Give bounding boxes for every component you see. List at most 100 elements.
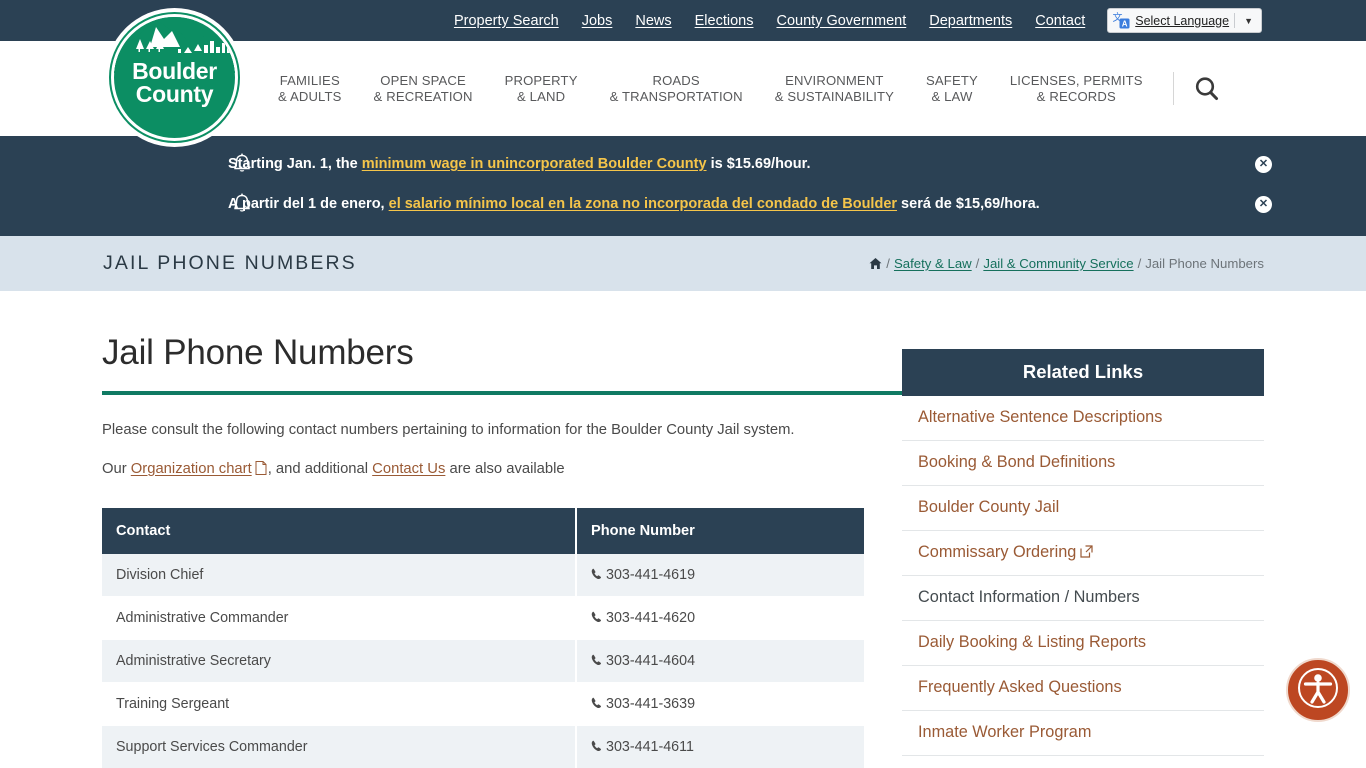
main-nav-items: FAMILIES & ADULTS OPEN SPACE & RECREATIO…	[262, 72, 1222, 105]
links-paragraph-suffix: are also available	[445, 461, 565, 477]
breadcrumb-separator-1: /	[886, 256, 890, 271]
cell-contact: Support Services Commander	[102, 725, 577, 768]
breadcrumb-band: JAIL PHONE NUMBERS / Safety & Law / Jail…	[0, 236, 1366, 291]
nav-item-licenses-permits-records[interactable]: LICENSES, PERMITS & RECORDS	[994, 73, 1159, 105]
breadcrumb-link-safety-law[interactable]: Safety & Law	[894, 256, 972, 271]
sidebar-item-inmate-worker-program[interactable]: Inmate Worker Program	[902, 711, 1264, 756]
table-row: Division Chief 303-441-4619	[102, 554, 864, 597]
breadcrumb-separator-3: /	[1137, 256, 1142, 271]
cell-contact: Division Chief	[102, 554, 577, 597]
nav-item-families-adults[interactable]: FAMILIES & ADULTS	[262, 73, 358, 105]
nav-label-line2: & RECORDS	[1036, 88, 1116, 104]
phone-icon	[591, 654, 602, 666]
cell-phone: 303-441-4619	[576, 554, 864, 597]
chevron-down-icon[interactable]: ▼	[1240, 16, 1257, 26]
nav-item-property-land[interactable]: PROPERTY & LAND	[489, 73, 594, 105]
bell-icon	[232, 153, 252, 175]
utility-link-jobs[interactable]: Jobs	[582, 13, 613, 29]
nav-label-line1: PROPERTY	[504, 72, 578, 88]
utility-link-news[interactable]: News	[635, 13, 671, 29]
table-row: Administrative Secretary 303-441-4604	[102, 639, 864, 683]
phone-number[interactable]: 303-441-4619	[606, 567, 695, 583]
main-column: Jail Phone Numbers Please consult the fo…	[102, 291, 1263, 768]
sidebar-column: Related Links Alternative Sentence Descr…	[902, 291, 1264, 768]
phone-number[interactable]: 303-441-3639	[606, 696, 695, 712]
utility-link-departments[interactable]: Departments	[929, 13, 1012, 29]
links-paragraph-middle: , and additional	[267, 461, 373, 477]
nav-label-line1: FAMILIES	[279, 72, 340, 88]
alert-link-minimum-wage[interactable]: minimum wage in unincorporated Boulder C…	[362, 156, 707, 172]
cell-phone: 303-441-4604	[576, 639, 864, 683]
bell-icon	[232, 193, 252, 215]
links-paragraph: Our Organization chart , and additional C…	[102, 459, 864, 480]
language-selector[interactable]: 文 A Select Language ▼	[1107, 8, 1262, 33]
nav-label-line2: & SUSTAINABILITY	[774, 88, 895, 104]
boulder-county-logo[interactable]: Boulder County	[105, 8, 244, 147]
jail-phone-numbers-table: Contact Phone Number Division Chief 303-…	[102, 508, 864, 768]
language-selector-label: Select Language	[1135, 13, 1230, 28]
nav-label-line2: & ADULTS	[278, 88, 342, 104]
divider	[1172, 72, 1174, 105]
utility-link-county-government[interactable]: County Government	[776, 13, 906, 29]
content-area: Jail Phone Numbers Please consult the fo…	[0, 291, 1366, 768]
accessibility-person-icon	[1296, 666, 1340, 715]
page-title: Jail Phone Numbers	[102, 333, 414, 372]
column-header-phone-number: Phone Number	[576, 508, 864, 554]
cell-contact: Administrative Commander	[102, 596, 577, 640]
utility-link-property-search[interactable]: Property Search	[454, 13, 559, 29]
table-head: Contact Phone Number	[102, 508, 864, 554]
organization-chart-link[interactable]: Organization chart	[131, 461, 252, 477]
sidebar-item-frequently-asked-questions[interactable]: Frequently Asked Questions	[902, 666, 1264, 711]
sidebar-item-label: Commissary Ordering	[918, 543, 1077, 561]
sidebar-item-contact-information-numbers: Contact Information / Numbers	[902, 576, 1264, 621]
column-header-contact: Contact	[102, 508, 577, 554]
alert-suffix: será de $15,69/hora.	[897, 196, 1040, 212]
page-title-band: JAIL PHONE NUMBERS	[103, 252, 357, 274]
search-icon[interactable]	[1192, 74, 1222, 104]
nav-label-line1: SAFETY	[926, 72, 978, 88]
close-icon[interactable]: ✕	[1255, 195, 1272, 213]
cell-contact: Training Sergeant	[102, 682, 577, 726]
pdf-icon	[255, 461, 267, 475]
translate-icon: 文 A	[1113, 11, 1130, 29]
close-icon[interactable]: ✕	[1255, 155, 1272, 173]
nav-item-roads-transportation[interactable]: ROADS & TRANSPORTATION	[594, 73, 759, 105]
logo-text: Boulder County	[132, 60, 217, 118]
nav-item-open-space-recreation[interactable]: OPEN SPACE & RECREATION	[358, 73, 489, 105]
cell-contact: Administrative Secretary	[102, 639, 577, 683]
phone-icon	[591, 697, 602, 709]
breadcrumb-separator-2: /	[975, 256, 980, 271]
related-links-panel: Related Links Alternative Sentence Descr…	[902, 349, 1264, 756]
breadcrumb-link-jail-community-service[interactable]: Jail & Community Service	[983, 256, 1133, 271]
alert-text-spanish: A partir del 1 de enero, el salario míni…	[228, 194, 1040, 214]
phone-number[interactable]: 303-441-4611	[606, 739, 694, 755]
nav-item-environment-sustainability[interactable]: ENVIRONMENT & SUSTAINABILITY	[759, 73, 910, 105]
alert-text-english: Starting Jan. 1, the minimum wage in uni…	[228, 154, 811, 174]
sidebar-item-commissary-ordering[interactable]: Commissary Ordering	[902, 531, 1264, 576]
contact-us-link[interactable]: Contact Us	[372, 461, 445, 477]
alert-link-salario-minimo[interactable]: el salario mínimo local en la zona no in…	[389, 196, 897, 212]
sidebar-item-boulder-county-jail[interactable]: Boulder County Jail	[902, 486, 1264, 531]
external-link-icon	[1080, 544, 1093, 558]
alert-prefix: A partir del 1 de enero,	[228, 196, 389, 212]
links-paragraph-prefix: Our	[102, 461, 131, 477]
accessibility-widget-button[interactable]	[1286, 658, 1350, 722]
logo-circle: Boulder County	[111, 14, 238, 141]
nav-label-line1: LICENSES, PERMITS	[1009, 72, 1143, 88]
nav-item-safety-law[interactable]: SAFETY & LAW	[910, 73, 994, 105]
nav-label-line2: & LAW	[931, 88, 973, 104]
nav-label-line1: OPEN SPACE	[380, 72, 466, 88]
table-row: Administrative Commander 303-441-4620	[102, 596, 864, 640]
utility-link-contact[interactable]: Contact	[1035, 13, 1085, 29]
cell-phone: 303-441-4611	[576, 725, 864, 768]
breadcrumb: / Safety & Law / Jail & Community Servic…	[869, 256, 1264, 271]
sidebar-item-alternative-sentence-descriptions[interactable]: Alternative Sentence Descriptions	[902, 396, 1264, 441]
logo-line-2: County	[135, 81, 214, 107]
phone-number[interactable]: 303-441-4620	[606, 610, 695, 626]
phone-number[interactable]: 303-441-4604	[606, 653, 695, 669]
sidebar-item-daily-booking-listing-reports[interactable]: Daily Booking & Listing Reports	[902, 621, 1264, 666]
home-icon[interactable]	[869, 257, 882, 270]
related-links-title: Related Links	[902, 349, 1264, 396]
utility-link-elections[interactable]: Elections	[695, 13, 754, 29]
sidebar-item-booking-bond-definitions[interactable]: Booking & Bond Definitions	[902, 441, 1264, 486]
